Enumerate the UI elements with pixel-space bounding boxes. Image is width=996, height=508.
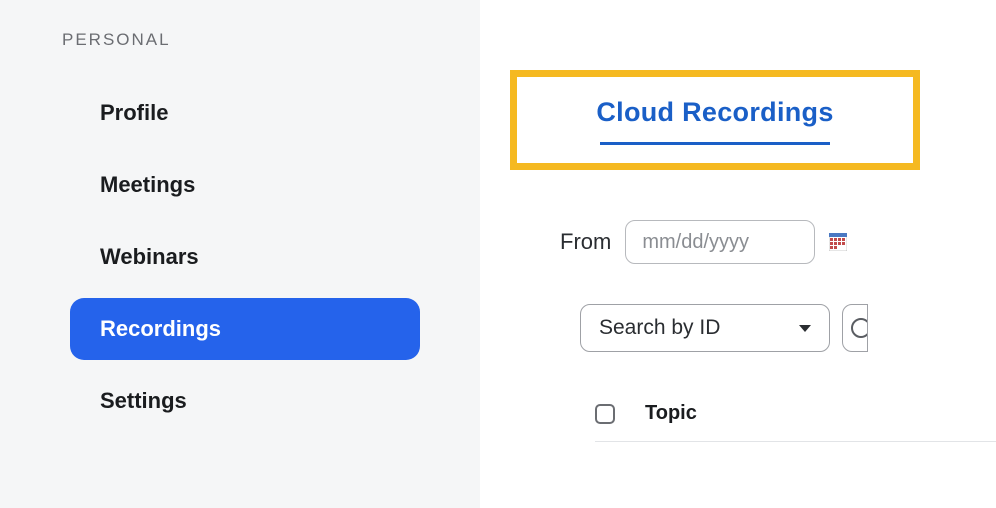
- filter-from-row: From mm/dd/yyyy: [560, 220, 996, 264]
- chevron-down-icon: [799, 325, 811, 332]
- sidebar-item-webinars[interactable]: Webinars: [70, 226, 420, 288]
- calendar-icon[interactable]: [829, 233, 847, 251]
- sidebar-item-recordings[interactable]: Recordings: [70, 298, 420, 360]
- sidebar-item-profile[interactable]: Profile: [70, 82, 420, 144]
- filter-from-label: From: [560, 229, 611, 255]
- sidebar-item-meetings[interactable]: Meetings: [70, 154, 420, 216]
- search-icon: [851, 318, 868, 338]
- search-by-dropdown[interactable]: Search by ID: [580, 304, 830, 352]
- search-dropdown-label: Search by ID: [599, 316, 720, 340]
- column-header-topic: Topic: [645, 402, 697, 425]
- sidebar: PERSONAL Profile Meetings Webinars Recor…: [0, 0, 480, 508]
- tab-highlight-annotation: Cloud Recordings: [510, 70, 920, 170]
- sidebar-section-header: PERSONAL: [62, 30, 450, 50]
- select-all-checkbox[interactable]: [595, 404, 615, 424]
- sidebar-nav-list: Profile Meetings Webinars Recordings Set…: [60, 82, 450, 432]
- tab-underline: [600, 142, 830, 145]
- from-date-input[interactable]: mm/dd/yyyy: [625, 220, 815, 264]
- main-content: Cloud Recordings From mm/dd/yyyy: [480, 0, 996, 508]
- tab-cloud-recordings[interactable]: Cloud Recordings: [567, 97, 863, 128]
- search-row: Search by ID: [580, 304, 996, 352]
- table-header-row: Topic: [595, 402, 996, 442]
- sidebar-item-settings[interactable]: Settings: [70, 370, 420, 432]
- search-button-partial[interactable]: [842, 304, 868, 352]
- date-placeholder-text: mm/dd/yyyy: [642, 231, 749, 254]
